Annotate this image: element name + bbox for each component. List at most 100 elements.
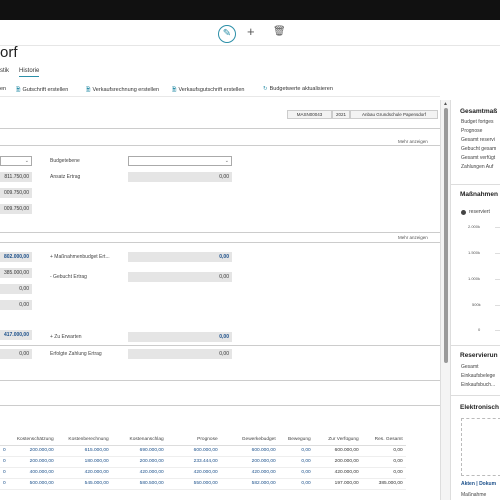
select-field[interactable]: ⌄ (0, 156, 32, 166)
chevron-down-icon: ⌄ (24, 158, 29, 164)
document-icon: 🗎 (16, 87, 21, 93)
section-divider (0, 380, 440, 381)
section-divider (0, 345, 440, 346)
factbox-item: Gesamt verfügt (461, 155, 496, 161)
gridline (495, 227, 500, 228)
value-field: 0,00 (0, 284, 32, 294)
axis-tick: 1.000k (468, 276, 481, 281)
value-field: 0,00 (0, 349, 32, 359)
table-row[interactable]: 0 400.000,00 420.000,00 420.000,00 420.0… (0, 467, 406, 479)
refresh-icon: ↻ (263, 86, 268, 92)
table-cell: 0 (0, 445, 9, 457)
table-cell: 200.000,00 (111, 456, 167, 468)
table-cell: 582.000,00 (220, 478, 279, 490)
table-cell: 200.000,00 (220, 456, 279, 468)
table-cell: 0,00 (278, 445, 314, 457)
value-field: 009.750,00 (0, 204, 32, 214)
table-cell: 0 (0, 456, 9, 468)
delete-button[interactable]: 🗑 (273, 26, 286, 37)
table-cell: 0,00 (361, 467, 406, 479)
table-cell: 615.000,00 (56, 445, 112, 457)
zu-erwarten-value: 0,00 (128, 332, 232, 342)
toolbar-item-0[interactable]: en (0, 86, 6, 92)
table-cell: 0 (0, 467, 9, 479)
scroll-up-icon[interactable]: ▲ (443, 101, 448, 107)
table-row[interactable]: 0 500.000,00 545.000,00 580.500,00 550.0… (0, 478, 406, 490)
vertical-scrollbar[interactable]: ▲ (440, 100, 450, 500)
factbox-item: Prognose (461, 128, 483, 134)
column-header[interactable]: Zur Verfügung (313, 434, 362, 446)
reservierung-title: Reservierun (460, 352, 498, 359)
verkaufsrechnung-button[interactable]: 🗎 Verkaufsrechnung erstellen (86, 86, 159, 95)
gridline (495, 305, 500, 306)
table-cell: 0,00 (278, 467, 314, 479)
table-cell: 420.000,00 (56, 467, 112, 479)
page-title: orf (0, 44, 18, 61)
document-icon: 🗎 (86, 87, 91, 93)
legend-label: reserviert (469, 209, 490, 215)
value-field: 811.750,00 (0, 172, 32, 182)
menu-item-statistik[interactable]: stik (0, 68, 9, 74)
edit-button[interactable]: ✎ (218, 25, 236, 43)
table-cell: 500.000,00 (8, 478, 57, 490)
factbox-item: Budget fortges (461, 119, 494, 125)
column-header[interactable]: Kostenanschlag (111, 434, 167, 446)
table-cell: 600.000,00 (220, 445, 279, 457)
gutschrift-button[interactable]: 🗎 Gutschrift erstellen (16, 86, 68, 95)
budgetebene-select[interactable]: ⌄ (128, 156, 232, 166)
grid-header-bar: ↗ (0, 405, 482, 415)
mehr-anzeigen-link[interactable]: Mehr anzeigen (398, 235, 428, 240)
table-cell: 420.000,00 (313, 467, 362, 479)
table-row[interactable]: 0 200.000,00 180.000,00 200.000,00 233.4… (0, 456, 406, 468)
column-header[interactable]: Prognose (166, 434, 221, 446)
value-field: 009.750,00 (0, 188, 32, 198)
factbox-item: Gebucht gesam (461, 146, 497, 152)
info-code: MASN00043 (287, 110, 332, 119)
table-cell: 0 (0, 478, 9, 490)
massnahmen-label: + Maßnahmenbudget Ert... (50, 254, 110, 260)
factbox-divider (451, 184, 500, 185)
column-header[interactable] (0, 434, 9, 446)
scrollbar-thumb[interactable] (444, 108, 448, 363)
factbox-pane: Gesamtmaß Budget fortges Prognose Gesamt… (450, 100, 500, 500)
zu-erwarten-label: + Zu Erwarten (50, 334, 82, 340)
drop-zone[interactable] (461, 418, 500, 476)
massnahmen-title: Maßnahmen (460, 191, 498, 198)
mehr-anzeigen-link[interactable]: Mehr anzeigen (398, 139, 428, 144)
legend-dot-icon (461, 210, 466, 215)
axis-tick: 2.000k (468, 224, 481, 229)
axis-tick: 1.500k (468, 250, 481, 255)
massnahmen-value: 0,00 (128, 252, 232, 262)
axis-tick: 0 (478, 327, 481, 332)
axis-tick: 500k (472, 302, 481, 307)
akten-dokumente-link[interactable]: Akten | Dokum (461, 481, 496, 487)
column-header[interactable]: Gewerkebudget (220, 434, 279, 446)
table-cell: 545.000,00 (56, 478, 112, 490)
gridline (495, 330, 500, 331)
table-cell: 385.000,00 (361, 478, 406, 490)
table-cell: 420.000,00 (166, 467, 221, 479)
top-bar (0, 0, 500, 20)
budgetwerte-button[interactable]: ↻ Budgetwerte aktualisieren (263, 86, 333, 92)
section-divider (0, 145, 440, 146)
section-divider (0, 128, 440, 129)
table-row[interactable]: 0 200.000,00 615.000,00 690.000,00 600.0… (0, 445, 406, 457)
table-cell: 0,00 (278, 456, 314, 468)
table-cell: 400.000,00 (8, 467, 57, 479)
table-cell: 580.500,00 (111, 478, 167, 490)
factbox-divider (451, 345, 500, 346)
menu-item-historie[interactable]: Historie (19, 68, 40, 77)
column-header[interactable]: Kostenberechnung (56, 434, 112, 446)
verkaufsgutschrift-button[interactable]: 🗎 Verkaufsgutschrift erstellen (172, 86, 244, 95)
factbox-item: Einkaufsbuch... (461, 382, 496, 388)
table-cell: 420.000,00 (220, 467, 279, 479)
gridline (495, 253, 500, 254)
value-field: 417.000,00 (0, 330, 32, 340)
factbox-item: Einkaufsbelege (461, 373, 496, 379)
column-header[interactable]: Kostenschätzung (8, 434, 57, 446)
column-header[interactable]: Bewegung (278, 434, 314, 446)
table-cell: 200.000,00 (8, 456, 57, 468)
table-cell: 233.444,00 (166, 456, 221, 468)
column-header[interactable]: Res. Gesamt (361, 434, 406, 446)
add-button[interactable]: + (247, 24, 255, 39)
